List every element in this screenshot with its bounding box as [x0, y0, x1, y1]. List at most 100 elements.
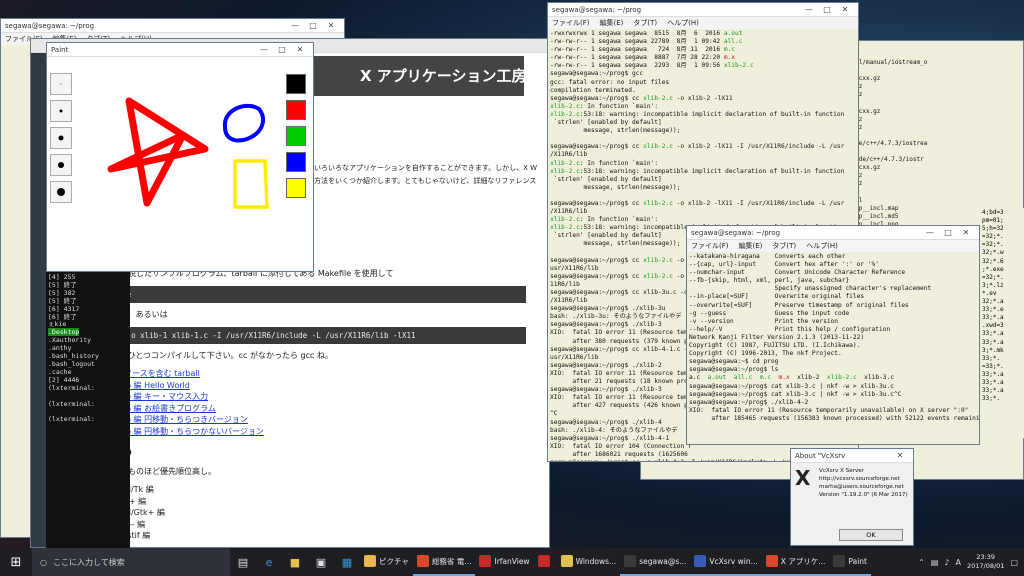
vivaldi-icon [537, 555, 550, 567]
window-title: segawa@segawa: ~/prog [552, 5, 642, 14]
terminal-icon [624, 555, 637, 567]
todo-item: lesstif 編 [116, 530, 526, 542]
menu-tab[interactable]: タブ(T) [633, 18, 657, 28]
close-icon[interactable]: ✕ [836, 5, 854, 14]
menu-help[interactable]: ヘルプ(H) [806, 241, 838, 251]
start-button[interactable]: ⊞ [0, 548, 32, 576]
photos-icon[interactable]: ▦ [334, 548, 360, 576]
title-bar[interactable]: Paint — □ ✕ [47, 43, 313, 57]
clock[interactable]: 23:39 2017/08/01 [967, 553, 1004, 571]
about-dialog[interactable]: About "VcXsrv ✕ X VcXsrv X Server http:/… [790, 448, 914, 546]
yellow-rect-stroke [233, 159, 269, 209]
title-bar[interactable]: segawa@segawa: ~/prog — □ ✕ [548, 3, 858, 17]
ime-indicator[interactable]: A [955, 558, 960, 567]
link-circle-flicker[interactable]: Xlib 編 円移動・ちらつきバージョン [116, 415, 248, 424]
network-icon[interactable]: ▤ [931, 558, 939, 567]
close-icon[interactable]: ✕ [322, 21, 340, 30]
menu-file[interactable]: ファイル(F) [691, 241, 729, 251]
maximize-icon[interactable]: □ [304, 21, 322, 30]
taskbar-app-irfanview[interactable]: IrfanView [475, 548, 533, 576]
system-tray: ⌃ ▤ ♪ A 23:39 2017/08/01 ▢ [918, 553, 1024, 571]
store-icon[interactable]: ▣ [308, 548, 334, 576]
task-view-icon[interactable]: ▤ [230, 548, 256, 576]
maximize-icon[interactable]: □ [273, 45, 291, 54]
list-item: Xlib 編 円移動・ちらつかないバージョン [116, 426, 526, 438]
notifications-icon[interactable]: ▢ [1010, 558, 1018, 567]
menu-help[interactable]: ヘルプ(H) [667, 18, 699, 28]
volume-icon[interactable]: ♪ [944, 558, 949, 567]
red-star-stroke [107, 97, 209, 207]
menu-edit[interactable]: 編集(E) [600, 18, 624, 28]
menu-edit[interactable]: 編集(E) [739, 241, 763, 251]
dot-icon [58, 162, 64, 168]
todo-item: Perl/Gtk+ 編 [116, 507, 526, 519]
todo-intro: 上にあるものほど優先順位高し。 [96, 467, 216, 476]
paint-canvas[interactable] [47, 57, 314, 272]
edge-icon[interactable]: e [256, 548, 282, 576]
color-swatch-black[interactable] [286, 74, 306, 94]
brush-size-5[interactable] [50, 181, 72, 203]
menu-bar: ファイル(F) 編集(E) タブ(T) ヘルプ(H) [687, 240, 979, 252]
link-circle-noflicker[interactable]: Xlib 編 円移動・ちらつかないバージョン [116, 427, 264, 436]
todo-list: Perl/Tk 編 gtk+ 編 Perl/Gtk+ 編 gtk-- 編 les… [116, 484, 526, 542]
taskbar-app-vcxsrv[interactable]: VcXsrv win... [690, 548, 762, 576]
taskbar: ⊞ ○ ここに入力して検索 ▤ e ■ ▣ ▦ ピクチャ 総務省 電... Ir… [0, 548, 1024, 576]
explorer-icon[interactable]: ■ [282, 548, 308, 576]
todo-item: gtk-- 編 [116, 519, 526, 531]
minimize-icon[interactable]: — [800, 5, 818, 14]
color-swatch-red[interactable] [286, 100, 306, 120]
minimize-icon[interactable]: — [286, 21, 304, 30]
window-title: segawa@segawa: ~/prog [5, 21, 95, 30]
brush-size-4[interactable] [50, 154, 72, 176]
chrome-icon [765, 555, 778, 567]
taskbar-app-terminal[interactable]: segawa@s... [620, 548, 691, 576]
terminal-body[interactable]: --katakana-hiragana Converts each other … [687, 252, 979, 444]
color-swatch-green[interactable] [286, 126, 306, 146]
dot-icon [59, 109, 63, 113]
about-body: X VcXsrv X Server http://vcxsrv.sourcefo… [791, 463, 913, 499]
list-item: Xlib 編 お絵書きプログラム [116, 403, 526, 415]
taskbar-app-chrome[interactable]: 総務省 電... [412, 548, 476, 576]
or-text: とするか、あるいは [96, 310, 168, 319]
minimize-icon[interactable]: — [255, 45, 273, 54]
title-bar[interactable]: About "VcXsrv ✕ [791, 449, 913, 463]
brush-size-3[interactable] [50, 127, 72, 149]
search-box[interactable]: ○ ここに入力して検索 [32, 548, 230, 576]
terminal-strip-right: 4;bd=3 pm=01; 5;h=32 =32;*. =32;*. 32;*.… [980, 208, 1024, 438]
close-icon[interactable]: ✕ [291, 45, 309, 54]
taskbar-app-paint[interactable]: Paint [829, 548, 871, 576]
color-swatch-yellow[interactable] [286, 178, 306, 198]
chrome-icon [416, 555, 429, 567]
taskbar-app-pictures[interactable]: ピクチャ [360, 548, 413, 576]
compile-note: とひとつひとつコンパイルして下さい。cc がなかったら gcc ね。 [96, 351, 333, 360]
taskbar-app-vivaldi[interactable] [534, 548, 557, 576]
menu-tab[interactable]: タブ(T) [772, 241, 796, 251]
taskbar-app-windows[interactable]: Windows... [557, 548, 621, 576]
ok-button[interactable]: OK [839, 529, 903, 541]
close-icon[interactable]: ✕ [957, 228, 975, 237]
maximize-icon[interactable]: □ [939, 228, 957, 237]
brush-size-1[interactable] [50, 73, 72, 95]
minimize-icon[interactable]: — [921, 228, 939, 237]
title-bar[interactable]: segawa@segawa: ~/prog — □ ✕ [687, 226, 979, 240]
taskbar-app-browser[interactable]: X アプリケ... [761, 548, 830, 576]
dot-icon [60, 83, 62, 85]
maximize-icon[interactable]: □ [818, 5, 836, 14]
paint-window[interactable]: Paint — □ ✕ [46, 42, 314, 272]
page-body: 各項で解説したサンプルプログラム、tarball に添付してある Makefil… [96, 262, 526, 542]
x-icon [833, 555, 846, 567]
link-drawing[interactable]: Xlib 編 お絵書きプログラム [116, 404, 216, 413]
menu-file[interactable]: ファイル(F) [552, 18, 590, 28]
title-bar[interactable]: segawa@segawa: ~/prog — □ ✕ [1, 19, 344, 33]
brush-size-2[interactable] [50, 100, 72, 122]
folder-icon [364, 555, 376, 567]
todo-heading: ToDo [96, 445, 526, 460]
close-icon[interactable]: ✕ [891, 451, 909, 460]
terminal-window-nkf[interactable]: segawa@segawa: ~/prog — □ ✕ ファイル(F) 編集(E) … [686, 225, 980, 445]
about-line: Version "1.19.2.0" (6 Mar 2017) [819, 492, 908, 498]
terminal-output: [4] 255 [5] 終了 [5] 382 [5] 終了 [6] 4317 [… [48, 273, 99, 424]
folder-icon [560, 555, 573, 567]
chevron-up-icon[interactable]: ⌃ [918, 558, 925, 567]
color-swatch-blue[interactable] [286, 152, 306, 172]
terminal-left-pane[interactable]: [4] 255 [5] 終了 [5] 382 [5] 終了 [6] 4317 [… [46, 272, 130, 548]
